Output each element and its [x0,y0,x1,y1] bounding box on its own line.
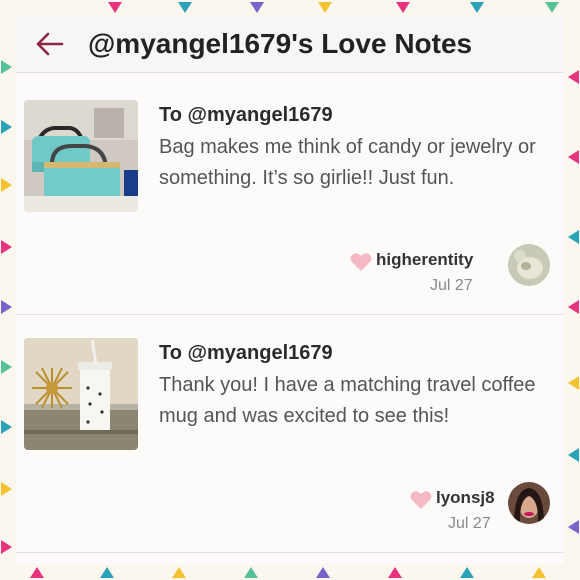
avatar[interactable] [508,482,550,524]
note-author: lyonsj8 Jul 27 [410,482,550,542]
listing-thumbnail[interactable] [24,100,138,212]
back-arrow-icon[interactable] [34,30,64,58]
page-header: @myangel1679's Love Notes [16,16,564,73]
listing-thumbnail[interactable] [24,338,138,450]
heart-icon [410,490,432,510]
heart-icon [350,252,372,272]
avatar[interactable] [508,244,550,286]
note-content: To @myangel1679 Thank you! I have a matc… [159,340,549,432]
love-note-item: To @myangel1679 Bag makes me think of ca… [16,84,564,315]
author-username[interactable]: lyonsj8 [436,488,495,508]
note-content: To @myangel1679 Bag makes me think of ca… [159,102,549,194]
note-recipient: To @myangel1679 [159,342,333,364]
note-date: Jul 27 [430,277,473,294]
note-recipient: To @myangel1679 [159,104,333,126]
love-note-item: To @myangel1679 Thank you! I have a matc… [16,322,564,553]
love-notes-panel: @myangel1679's Love Notes To @myangel167… [16,16,564,564]
note-message: Thank you! I have a matching travel coff… [159,374,536,427]
page-title: @myangel1679's Love Notes [88,28,473,59]
author-username[interactable]: higherentity [376,250,473,270]
note-date: Jul 27 [448,515,491,532]
note-message: Bag makes me think of candy or jewelry o… [159,136,536,189]
note-author: higherentity Jul 27 [350,244,550,304]
